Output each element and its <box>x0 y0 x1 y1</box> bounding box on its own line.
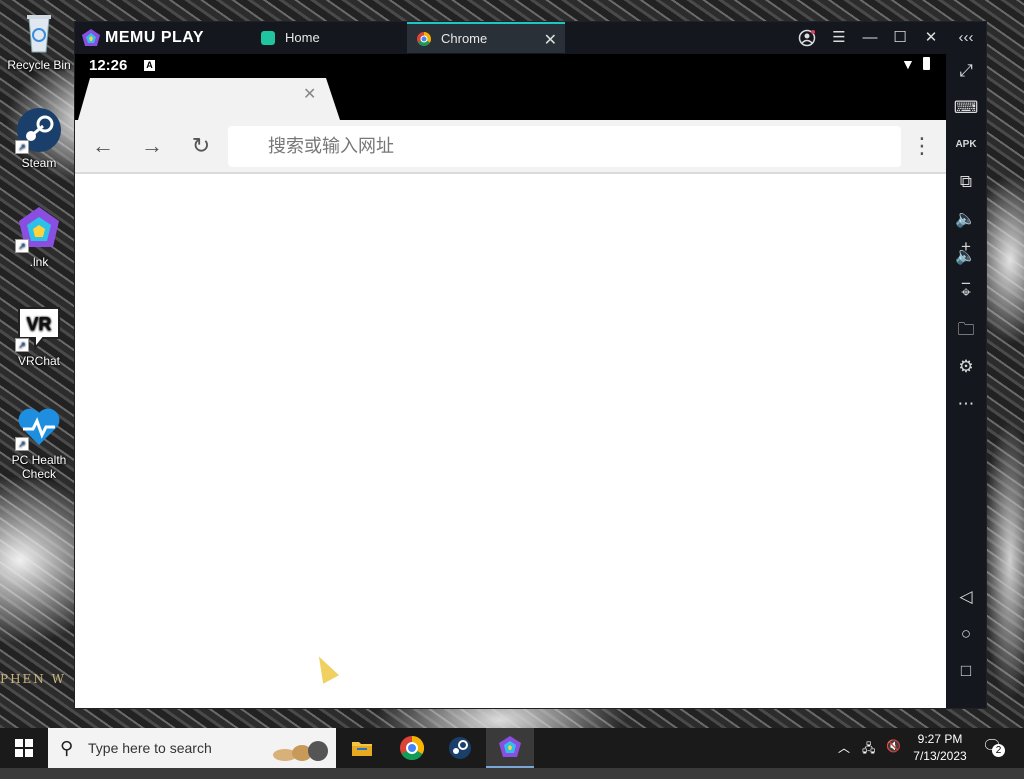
multi-window-icon[interactable]: ⧉ <box>952 168 980 196</box>
svg-text:VR: VR <box>26 314 51 334</box>
desktop-icon-label: .lnk <box>29 255 49 269</box>
desktop-icon-vrchat[interactable]: VR ↗ VRChat <box>2 304 76 368</box>
desktop-icon-lnk[interactable]: ↗ .lnk <box>2 205 76 269</box>
show-hidden-icons-icon[interactable]: ︿ <box>838 739 850 779</box>
shortcut-arrow-icon: ↗ <box>15 140 29 154</box>
volume-up-icon[interactable]: 🔈+ <box>952 205 980 256</box>
forward-arrow-icon[interactable]: → <box>136 130 168 162</box>
notification-a-icon: A <box>144 60 155 71</box>
desktop-icon-label: PC Health Check <box>11 453 67 481</box>
collapse-sidebar-icon[interactable]: ‹‹‹ <box>954 26 978 50</box>
maximize-icon[interactable]: ☐ <box>888 26 912 50</box>
notification-count-badge: 2 <box>992 744 1005 757</box>
steam-icon: ↗ <box>15 106 63 154</box>
shortcut-arrow-icon: ↗ <box>15 239 29 253</box>
desktop-icon-label: VRChat <box>17 354 61 368</box>
shortcut-arrow-icon: ↗ <box>15 437 29 451</box>
omnibox-input[interactable]: 搜索或输入网址 <box>228 126 901 167</box>
taskbar-chrome[interactable] <box>388 728 436 768</box>
taskbar-file-explorer[interactable] <box>338 728 386 768</box>
desktop-icon-recycle-bin[interactable]: Recycle Bin <box>2 8 76 72</box>
volume-down-icon[interactable]: 🔈− <box>952 242 980 293</box>
search-placeholder: Type here to search <box>88 740 212 756</box>
clock-time: 9:27 PM <box>917 732 963 746</box>
vrchat-icon: VR ↗ <box>15 304 63 352</box>
tab-label: Chrome <box>441 31 488 46</box>
windows-taskbar: ⚲ Type here to search ︿ 🖧 🔇 9:27 PM 7/13… <box>0 728 1024 768</box>
windows-logo-icon <box>15 739 33 757</box>
back-icon[interactable]: ◁ <box>952 583 980 611</box>
home-tab-icon <box>261 30 275 45</box>
chrome-page-content[interactable] <box>75 174 946 708</box>
overflow-menu-icon[interactable]: ⋮ <box>906 130 938 162</box>
folder-icon <box>352 742 372 756</box>
chrome-toolbar: ← → ↻ 搜索或输入网址 ⋮ <box>75 120 946 174</box>
start-button[interactable] <box>0 728 48 768</box>
notification-center-icon[interactable]: 🗨2 <box>982 736 1005 758</box>
tab-label: Home <box>285 30 320 45</box>
memu-logo-text: MEMU PLAY <box>105 29 205 46</box>
chrome-tab-close-icon[interactable]: ✕ <box>303 84 316 104</box>
location-icon[interactable]: ⌖ <box>952 279 980 307</box>
taskbar-search-input[interactable]: ⚲ Type here to search <box>48 728 336 768</box>
network-icon[interactable]: 🖧 <box>862 739 875 779</box>
chrome-icon <box>400 736 424 760</box>
memu-window: MEMU PLAY Home Chrome ✕ ☰ — ☐ ✕ ‹‹‹ 12:2… <box>74 21 987 709</box>
taskbar-steam[interactable] <box>436 728 484 768</box>
home-icon[interactable]: ○ <box>952 620 980 648</box>
tab-chrome[interactable]: Chrome ✕ <box>407 22 565 53</box>
clock-date: 7/13/2023 <box>913 749 967 763</box>
reload-icon[interactable]: ↻ <box>185 130 217 162</box>
desktop-icon-label: Recycle Bin <box>7 58 71 72</box>
minimize-icon[interactable]: — <box>858 26 882 50</box>
desktop-icon-steam[interactable]: ↗ Steam <box>2 106 76 170</box>
pc-health-check-icon: ↗ <box>15 403 63 451</box>
taskbar-clock[interactable]: 9:27 PM 7/13/2023 <box>905 731 975 765</box>
volume-muted-icon[interactable]: 🔇 <box>886 739 901 779</box>
account-icon[interactable] <box>795 26 819 50</box>
menu-icon[interactable]: ☰ <box>827 26 851 50</box>
android-screen: 12:26 A ▼ ✕ ← → ↻ 搜索或输入网址 ⋮ <box>75 54 946 708</box>
search-icon: ⚲ <box>60 738 74 758</box>
fullscreen-icon[interactable]: ⤢ <box>952 57 980 85</box>
apk-icon[interactable]: APK <box>952 131 980 159</box>
folder-icon[interactable]: 🗀 <box>952 316 980 344</box>
close-tab-icon[interactable]: ✕ <box>544 30 557 50</box>
memu-titlebar[interactable]: MEMU PLAY Home Chrome ✕ ☰ — ☐ ✕ ‹‹‹ <box>75 22 986 54</box>
shortcut-arrow-icon: ↗ <box>15 338 29 352</box>
back-arrow-icon[interactable]: ← <box>87 130 119 162</box>
memu-logo-icon <box>82 29 100 46</box>
taskbar-memu[interactable] <box>486 728 534 768</box>
keyboard-icon[interactable]: ⌨ <box>952 94 980 122</box>
recycle-bin-icon <box>15 8 63 56</box>
tab-home[interactable]: Home <box>251 22 407 53</box>
settings-icon[interactable]: ⚙ <box>952 353 980 381</box>
android-status-bar: 12:26 A ▼ <box>75 54 946 78</box>
chrome-tab[interactable] <box>78 78 340 120</box>
wallpaper-signature-text: PHEN W <box>0 672 66 686</box>
memu-shortcut-icon: ↗ <box>15 205 63 253</box>
memu-sidebar: ⤢ ⌨ APK ⧉ 🔈+ 🔈− ⌖ 🗀 ⚙ ⋯ ◁ ○ □ <box>946 54 986 708</box>
desktop-icon-pc-health-check[interactable]: ↗ PC Health Check <box>2 403 76 481</box>
desktop-icon-label: Steam <box>21 156 57 170</box>
wifi-icon: ▼ <box>901 56 915 72</box>
status-time: 12:26 <box>89 57 128 74</box>
close-window-icon[interactable]: ✕ <box>919 26 943 50</box>
battery-icon <box>923 57 930 70</box>
chrome-tab-icon <box>417 31 431 46</box>
more-icon[interactable]: ⋯ <box>952 390 980 418</box>
steam-icon <box>449 737 471 759</box>
memu-icon <box>499 736 521 757</box>
recents-icon[interactable]: □ <box>952 657 980 685</box>
search-highlight-image <box>260 736 330 761</box>
memu-logo: MEMU PLAY <box>81 28 204 48</box>
